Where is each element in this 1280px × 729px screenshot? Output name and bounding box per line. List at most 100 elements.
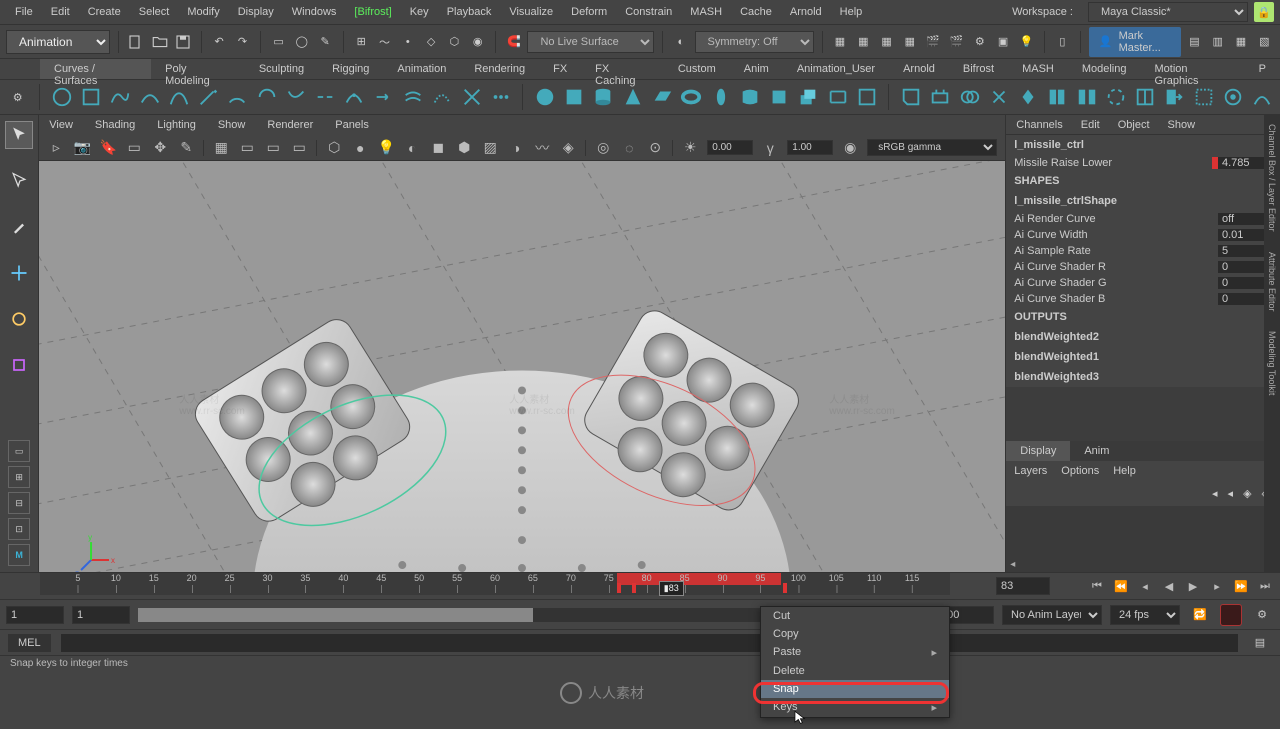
shelf-gear-icon[interactable]: ⚙ xyxy=(6,84,29,110)
menu-constrain[interactable]: Constrain xyxy=(616,0,681,24)
tab-modeling[interactable]: Modeling xyxy=(1068,59,1141,79)
two-pane-icon[interactable]: ⊟ xyxy=(8,492,30,514)
symmetry-select[interactable]: Symmetry: Off xyxy=(695,31,814,53)
four-pane-icon[interactable]: ⊞ xyxy=(8,466,30,488)
workspace-select[interactable]: Maya Classic* xyxy=(1088,2,1248,22)
tab-mash[interactable]: MASH xyxy=(1008,59,1068,79)
grapheditor-icon[interactable]: ▦ xyxy=(830,30,849,54)
open-close-icon[interactable] xyxy=(1104,84,1127,110)
intersect-icon[interactable] xyxy=(958,84,981,110)
nurbs-cylinder-icon[interactable] xyxy=(592,84,615,110)
ctx-delete[interactable]: Delete xyxy=(761,662,949,680)
single-pane-icon[interactable]: ▭ xyxy=(8,440,30,462)
menu-select[interactable]: Select xyxy=(130,0,179,24)
lasso-icon[interactable]: ◯ xyxy=(292,30,311,54)
lock-icon[interactable]: 🔒 xyxy=(1254,2,1274,22)
tab-p[interactable]: P xyxy=(1245,59,1280,79)
save-scene-icon[interactable] xyxy=(173,30,192,54)
play-back-icon[interactable]: ◀ xyxy=(1160,577,1178,595)
menu-bifrost[interactable]: [Bifrost] xyxy=(345,0,400,24)
rebuild-curve-icon[interactable] xyxy=(431,84,454,110)
anim-layer-select[interactable]: No Anim Layer xyxy=(1002,605,1102,625)
arc3-icon[interactable] xyxy=(255,84,278,110)
ai-curve-width[interactable]: Ai Curve Width0.01 xyxy=(1006,227,1280,243)
render-icon[interactable]: 🎬 xyxy=(924,30,943,54)
panel-layout-icon[interactable]: ▯ xyxy=(1053,30,1072,54)
ctx-cut[interactable]: Cut xyxy=(761,607,949,625)
layer-help[interactable]: Help xyxy=(1113,465,1136,477)
cb-node-name[interactable]: l_missile_ctrl xyxy=(1006,135,1280,155)
next-key-icon[interactable]: ⏩ xyxy=(1232,577,1250,595)
vp-motion-icon[interactable]: 〰 xyxy=(533,139,551,157)
tab-mograph[interactable]: Motion Graphics xyxy=(1140,59,1244,79)
gamma-field[interactable] xyxy=(787,140,833,155)
detach-surf-icon[interactable] xyxy=(1075,84,1098,110)
vp-exposure-icon[interactable]: ☀ xyxy=(681,139,699,157)
script-lang[interactable]: MEL xyxy=(8,634,51,652)
layer-tab-anim[interactable]: Anim xyxy=(1070,441,1123,461)
layer-options[interactable]: Options xyxy=(1061,465,1099,477)
output-2[interactable]: blendWeighted3 xyxy=(1006,367,1280,387)
undo-icon[interactable]: ↶ xyxy=(209,30,228,54)
snap-curve-icon[interactable]: 〜 xyxy=(375,30,394,54)
snap-point-icon[interactable]: • xyxy=(398,30,417,54)
ai-shader-g[interactable]: Ai Curve Shader G0 xyxy=(1006,275,1280,291)
snap-view-icon[interactable]: ◉ xyxy=(468,30,487,54)
paint-tool[interactable] xyxy=(5,213,33,241)
menu-arnold[interactable]: Arnold xyxy=(781,0,831,24)
menu-edit[interactable]: Edit xyxy=(42,0,79,24)
exposure-field[interactable] xyxy=(707,140,753,155)
renderview-icon[interactable]: ▣ xyxy=(993,30,1012,54)
menu-display[interactable]: Display xyxy=(229,0,283,24)
vp-2dpan-icon[interactable]: ✥ xyxy=(151,139,169,157)
menuset-select[interactable]: Animation xyxy=(6,30,110,54)
toggle-cons-icon[interactable]: ◐ xyxy=(671,30,690,54)
step-back-icon[interactable]: ◂ xyxy=(1136,577,1154,595)
cb-show[interactable]: Show xyxy=(1168,119,1196,131)
modeling-tab-label[interactable]: Modeling Toolkit xyxy=(1267,331,1277,395)
arc-icon[interactable] xyxy=(226,84,249,110)
birail-icon[interactable] xyxy=(826,84,849,110)
colorspace-select[interactable]: sRGB gamma xyxy=(867,139,997,156)
vp-grease-icon[interactable]: ✎ xyxy=(177,139,195,157)
move-tool[interactable] xyxy=(5,259,33,287)
rebuild-surf-icon[interactable] xyxy=(1192,84,1215,110)
vp-view[interactable]: View xyxy=(49,119,73,131)
tab-rendering[interactable]: Rendering xyxy=(460,59,539,79)
select-tool[interactable] xyxy=(5,121,33,149)
menu-modify[interactable]: Modify xyxy=(178,0,228,24)
project-icon[interactable] xyxy=(929,84,952,110)
script-editor-icon[interactable]: ▤ xyxy=(1248,631,1272,655)
ctx-paste[interactable]: Paste▸ xyxy=(761,643,949,662)
extend-surf-icon[interactable] xyxy=(1163,84,1186,110)
time-slider[interactable]: ▮83 510152025303540455055606570758085909… xyxy=(40,573,950,595)
tab-arnold[interactable]: Arnold xyxy=(889,59,949,79)
tab-fxcaching[interactable]: FX Caching xyxy=(581,59,664,79)
tab-fx[interactable]: FX xyxy=(539,59,581,79)
revolve-icon[interactable] xyxy=(709,84,732,110)
insert-iso-icon[interactable] xyxy=(1134,84,1157,110)
tab-bifrost[interactable]: Bifrost xyxy=(949,59,1008,79)
vp-select-cam-icon[interactable]: ▹ xyxy=(47,139,65,157)
user-account-button[interactable]: 👤Mark Master... xyxy=(1089,27,1181,57)
layer-movedown-icon[interactable]: ◂ xyxy=(1228,487,1234,500)
menu-deform[interactable]: Deform xyxy=(562,0,616,24)
live-obj-icon[interactable]: 🧲 xyxy=(504,30,523,54)
tab-custom[interactable]: Custom xyxy=(664,59,730,79)
detach-curve-icon[interactable] xyxy=(314,84,337,110)
cb-edit[interactable]: Edit xyxy=(1081,119,1100,131)
ipr-icon[interactable]: 🎬 xyxy=(947,30,966,54)
tab-poly[interactable]: Poly Modeling xyxy=(151,59,245,79)
add-points-icon[interactable] xyxy=(489,84,512,110)
sculpt-surf-icon[interactable] xyxy=(1221,84,1244,110)
loft-icon[interactable] xyxy=(738,84,761,110)
start-frame-field[interactable] xyxy=(6,606,64,624)
nurbs-torus-icon[interactable] xyxy=(680,84,703,110)
rotate-tool[interactable] xyxy=(5,305,33,333)
ctx-snap[interactable]: Snap xyxy=(761,680,949,698)
untrim-icon[interactable] xyxy=(1016,84,1039,110)
layer-moveup-icon[interactable]: ◂ xyxy=(1212,487,1218,500)
channel-tab-label[interactable]: Channel Box / Layer Editor xyxy=(1267,124,1277,232)
snap-live-icon[interactable]: ⬡ xyxy=(445,30,464,54)
vp-wireonshade-icon[interactable]: ⬢ xyxy=(455,139,473,157)
